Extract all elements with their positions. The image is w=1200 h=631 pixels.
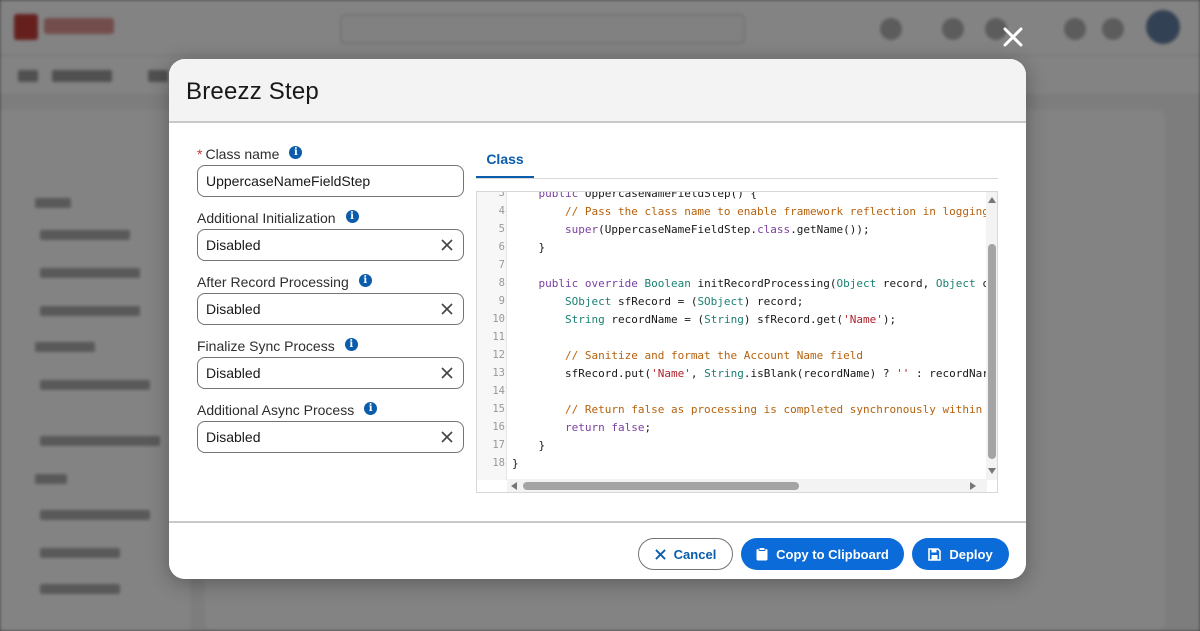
class-name-label-row: * Class name i	[197, 145, 303, 162]
finalize-sync-process-label-row: Finalize Sync Process i	[197, 337, 358, 354]
clear-icon[interactable]	[440, 366, 454, 380]
line-number: 12	[492, 349, 505, 361]
clear-icon[interactable]	[440, 238, 454, 252]
horizontal-scroll-thumb[interactable]	[523, 482, 799, 490]
tab-divider	[476, 178, 998, 179]
finalize-sync-process-combobox[interactable]: Disabled	[197, 357, 464, 389]
additional-initialization-field: Additional Initialization i Disabled	[197, 207, 465, 271]
code-line: // Sanitize and format the Account Name …	[564, 349, 863, 362]
modal-footer: Cancel Copy to Clipboard Deploy	[169, 521, 1026, 579]
after-record-processing-label: After Record Processing	[197, 274, 349, 290]
additional-initialization-value: Disabled	[206, 237, 261, 253]
code-line: // Return false as processing is complet…	[564, 403, 983, 416]
scroll-down-icon[interactable]	[988, 468, 996, 474]
line-number: 6	[498, 241, 505, 253]
line-number: 16	[492, 421, 505, 433]
additional-async-process-label-row: Additional Async Process i	[197, 401, 378, 418]
close-icon[interactable]	[998, 22, 1028, 52]
additional-async-process-value: Disabled	[206, 429, 261, 445]
line-number: 3	[498, 191, 505, 199]
class-name-value: UppercaseNameFieldStep	[206, 173, 371, 189]
clear-icon[interactable]	[440, 430, 454, 444]
cancel-button-label: Cancel	[673, 546, 717, 562]
modal-header: Breezz Step	[169, 59, 1026, 123]
scroll-up-icon[interactable]	[988, 197, 996, 203]
additional-async-process-field: Additional Async Process i Disabled	[197, 399, 465, 463]
info-icon[interactable]: i	[358, 273, 372, 287]
code-line: SObject sfRecord = (SObject) record;	[564, 295, 804, 308]
line-number: 18	[492, 457, 505, 469]
horizontal-scrollbar[interactable]	[507, 479, 987, 492]
class-name-input[interactable]: UppercaseNameFieldStep	[197, 165, 464, 197]
scroll-right-icon[interactable]	[970, 482, 976, 490]
info-icon[interactable]: i	[344, 337, 358, 351]
line-number: 13	[492, 367, 505, 379]
after-record-processing-label-row: After Record Processing i	[197, 273, 372, 290]
info-icon[interactable]: i	[345, 209, 359, 223]
modal-title: Breezz Step	[186, 78, 319, 105]
clear-icon[interactable]	[440, 302, 454, 316]
code-editor[interactable]: 3 public UppercaseNameFieldStep() { 4 // …	[476, 191, 998, 493]
tab-class[interactable]: Class	[476, 143, 534, 179]
scroll-left-icon[interactable]	[511, 482, 517, 490]
additional-initialization-combobox[interactable]: Disabled	[197, 229, 464, 261]
required-asterisk: *	[197, 146, 203, 162]
finalize-sync-process-value: Disabled	[206, 365, 261, 381]
line-number: 11	[492, 331, 505, 343]
line-number: 8	[498, 277, 505, 289]
finalize-sync-process-field: Finalize Sync Process i Disabled	[197, 335, 465, 399]
line-number: 10	[492, 313, 505, 325]
class-name-field: * Class name i UppercaseNameFieldStep	[197, 143, 465, 207]
vertical-scroll-thumb[interactable]	[988, 244, 996, 459]
additional-initialization-label-row: Additional Initialization i	[197, 209, 359, 226]
after-record-processing-field: After Record Processing i Disabled	[197, 271, 465, 335]
line-number: 14	[492, 385, 505, 397]
code-line: sfRecord.put('Name', String.isBlank(reco…	[512, 367, 987, 380]
code-line: }	[512, 457, 519, 470]
line-number: 5	[498, 223, 505, 235]
deploy-button[interactable]: Deploy	[912, 538, 1009, 570]
save-icon	[928, 547, 942, 561]
info-icon[interactable]: i	[289, 145, 303, 159]
code-line: }	[512, 241, 546, 254]
line-number: 17	[492, 439, 505, 451]
code-line: public override Boolean initRecordProces…	[538, 277, 988, 290]
code-line: }	[512, 439, 546, 452]
deploy-button-label: Deploy	[949, 546, 993, 562]
additional-async-process-combobox[interactable]: Disabled	[197, 421, 464, 453]
close-icon	[654, 548, 666, 560]
code-line: public UppercaseNameFieldStep() {	[538, 191, 758, 200]
code-line: // Pass the class name to enable framewo…	[564, 205, 987, 218]
copy-to-clipboard-label: Copy to Clipboard	[776, 546, 889, 562]
breezz-step-modal: Breezz Step * Class name i UppercaseName…	[169, 59, 1026, 579]
after-record-processing-combobox[interactable]: Disabled	[197, 293, 464, 325]
finalize-sync-process-label: Finalize Sync Process	[197, 338, 335, 354]
copy-to-clipboard-button[interactable]: Copy to Clipboard	[741, 538, 904, 570]
code-line: super(UppercaseNameFieldStep.class.getNa…	[564, 223, 870, 236]
code-content[interactable]: 3 public UppercaseNameFieldStep() { 4 // …	[477, 191, 988, 477]
class-name-label: Class name	[205, 146, 280, 162]
additional-initialization-label: Additional Initialization	[197, 210, 336, 226]
line-number: 4	[498, 205, 505, 217]
code-line: return false;	[564, 421, 652, 434]
step-form: * Class name i UppercaseNameFieldStep Ad…	[197, 143, 465, 463]
line-number: 7	[498, 259, 505, 271]
after-record-processing-value: Disabled	[206, 301, 261, 317]
vertical-scrollbar[interactable]	[986, 192, 997, 480]
cancel-button[interactable]: Cancel	[638, 538, 733, 570]
code-line: String recordName = (String) sfRecord.ge…	[564, 313, 897, 326]
clipboard-icon	[756, 547, 768, 561]
info-icon[interactable]: i	[364, 401, 378, 415]
line-number: 15	[492, 403, 505, 415]
additional-async-process-label: Additional Async Process	[197, 402, 355, 418]
line-number: 9	[498, 295, 505, 307]
